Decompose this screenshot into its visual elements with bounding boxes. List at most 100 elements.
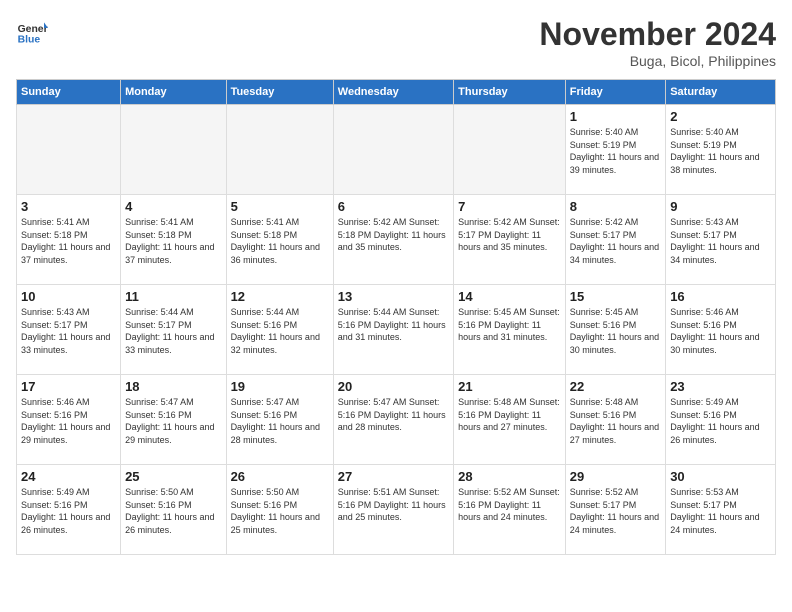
day-info: Sunrise: 5:42 AM Sunset: 5:18 PM Dayligh…: [338, 216, 449, 254]
calendar-body: 1 Sunrise: 5:40 AM Sunset: 5:19 PM Daylig…: [17, 105, 776, 555]
calendar-cell: 25 Sunrise: 5:50 AM Sunset: 5:16 PM Dayli…: [121, 465, 226, 555]
calendar-cell: [121, 105, 226, 195]
day-number: 4: [125, 199, 221, 214]
calendar-cell: 3Sunrise: 5:41 AM Sunset: 5:18 PM Daylig…: [17, 195, 121, 285]
day-number: 18: [125, 379, 221, 394]
day-info: Sunrise: 5:42 AM Sunset: 5:17 PM Dayligh…: [458, 216, 561, 254]
day-info: Sunrise: 5:40 AM Sunset: 5:19 PM Dayligh…: [570, 126, 661, 176]
calendar-cell: 13 Sunrise: 5:44 AM Sunset: 5:16 PM Dayli…: [333, 285, 453, 375]
calendar-cell: [454, 105, 566, 195]
day-number: 14: [458, 289, 561, 304]
calendar-cell: 2 Sunrise: 5:40 AM Sunset: 5:19 PM Daylig…: [666, 105, 776, 195]
calendar-cell: 29 Sunrise: 5:52 AM Sunset: 5:17 PM Dayli…: [565, 465, 665, 555]
day-info: Sunrise: 5:49 AM Sunset: 5:16 PM Dayligh…: [670, 396, 771, 446]
day-number: 24: [21, 469, 116, 484]
calendar-cell: 19 Sunrise: 5:47 AM Sunset: 5:16 PM Dayli…: [226, 375, 333, 465]
calendar-cell: 1 Sunrise: 5:40 AM Sunset: 5:19 PM Daylig…: [565, 105, 665, 195]
day-info: Sunrise: 5:50 AM Sunset: 5:16 PM Dayligh…: [231, 486, 329, 536]
calendar-cell: 11 Sunrise: 5:44 AM Sunset: 5:17 PM Dayli…: [121, 285, 226, 375]
calendar-day-header: Thursday: [454, 80, 566, 105]
day-number: 5: [231, 199, 329, 214]
day-info: Sunrise: 5:43 AM Sunset: 5:17 PM Dayligh…: [670, 216, 771, 266]
day-info: Sunrise: 5:40 AM Sunset: 5:19 PM Dayligh…: [670, 126, 771, 176]
day-number: 26: [231, 469, 329, 484]
calendar-cell: 18Sunrise: 5:47 AM Sunset: 5:16 PM Dayli…: [121, 375, 226, 465]
day-info: Sunrise: 5:48 AM Sunset: 5:16 PM Dayligh…: [458, 396, 561, 434]
day-info: Sunrise: 5:44 AM Sunset: 5:16 PM Dayligh…: [231, 306, 329, 356]
calendar-week-row: 1 Sunrise: 5:40 AM Sunset: 5:19 PM Daylig…: [17, 105, 776, 195]
day-info: Sunrise: 5:50 AM Sunset: 5:16 PM Dayligh…: [125, 486, 221, 536]
calendar-day-header: Sunday: [17, 80, 121, 105]
day-number: 1: [570, 109, 661, 124]
svg-text:General: General: [18, 24, 48, 35]
day-number: 25: [125, 469, 221, 484]
day-info: Sunrise: 5:42 AM Sunset: 5:17 PM Dayligh…: [570, 216, 661, 266]
day-number: 22: [570, 379, 661, 394]
day-info: Sunrise: 5:44 AM Sunset: 5:16 PM Dayligh…: [338, 306, 449, 344]
calendar-cell: 27 Sunrise: 5:51 AM Sunset: 5:16 PM Dayli…: [333, 465, 453, 555]
calendar-cell: 28 Sunrise: 5:52 AM Sunset: 5:16 PM Dayli…: [454, 465, 566, 555]
month-title: November 2024: [539, 16, 776, 53]
calendar-cell: 16 Sunrise: 5:46 AM Sunset: 5:16 PM Dayli…: [666, 285, 776, 375]
calendar-cell: 5Sunrise: 5:41 AM Sunset: 5:18 PM Daylig…: [226, 195, 333, 285]
day-number: 28: [458, 469, 561, 484]
calendar-cell: 14 Sunrise: 5:45 AM Sunset: 5:16 PM Dayli…: [454, 285, 566, 375]
day-number: 6: [338, 199, 449, 214]
calendar-cell: 10Sunrise: 5:43 AM Sunset: 5:17 PM Dayli…: [17, 285, 121, 375]
calendar-week-row: 10Sunrise: 5:43 AM Sunset: 5:17 PM Dayli…: [17, 285, 776, 375]
day-info: Sunrise: 5:44 AM Sunset: 5:17 PM Dayligh…: [125, 306, 221, 356]
day-number: 23: [670, 379, 771, 394]
day-number: 29: [570, 469, 661, 484]
calendar-day-header: Saturday: [666, 80, 776, 105]
day-info: Sunrise: 5:49 AM Sunset: 5:16 PM Dayligh…: [21, 486, 116, 536]
day-info: Sunrise: 5:47 AM Sunset: 5:16 PM Dayligh…: [338, 396, 449, 434]
day-info: Sunrise: 5:52 AM Sunset: 5:17 PM Dayligh…: [570, 486, 661, 536]
calendar-header-row: SundayMondayTuesdayWednesdayThursdayFrid…: [17, 80, 776, 105]
logo: General Blue: [16, 16, 48, 48]
calendar-cell: 8 Sunrise: 5:42 AM Sunset: 5:17 PM Daylig…: [565, 195, 665, 285]
title-block: November 2024 Buga, Bicol, Philippines: [539, 16, 776, 69]
day-info: Sunrise: 5:51 AM Sunset: 5:16 PM Dayligh…: [338, 486, 449, 524]
day-number: 19: [231, 379, 329, 394]
day-info: Sunrise: 5:47 AM Sunset: 5:16 PM Dayligh…: [231, 396, 329, 446]
day-info: Sunrise: 5:45 AM Sunset: 5:16 PM Dayligh…: [570, 306, 661, 356]
day-number: 8: [570, 199, 661, 214]
day-number: 16: [670, 289, 771, 304]
day-info: Sunrise: 5:46 AM Sunset: 5:16 PM Dayligh…: [21, 396, 116, 446]
calendar-day-header: Tuesday: [226, 80, 333, 105]
calendar-cell: 6 Sunrise: 5:42 AM Sunset: 5:18 PM Daylig…: [333, 195, 453, 285]
calendar-cell: 12 Sunrise: 5:44 AM Sunset: 5:16 PM Dayli…: [226, 285, 333, 375]
day-info: Sunrise: 5:41 AM Sunset: 5:18 PM Dayligh…: [125, 216, 221, 266]
day-number: 7: [458, 199, 561, 214]
day-number: 11: [125, 289, 221, 304]
svg-text:Blue: Blue: [18, 34, 41, 45]
day-info: Sunrise: 5:52 AM Sunset: 5:16 PM Dayligh…: [458, 486, 561, 524]
calendar-table: SundayMondayTuesdayWednesdayThursdayFrid…: [16, 79, 776, 555]
day-number: 13: [338, 289, 449, 304]
day-info: Sunrise: 5:43 AM Sunset: 5:17 PM Dayligh…: [21, 306, 116, 356]
calendar-cell: 9Sunrise: 5:43 AM Sunset: 5:17 PM Daylig…: [666, 195, 776, 285]
calendar-cell: 26 Sunrise: 5:50 AM Sunset: 5:16 PM Dayli…: [226, 465, 333, 555]
day-number: 21: [458, 379, 561, 394]
day-info: Sunrise: 5:46 AM Sunset: 5:16 PM Dayligh…: [670, 306, 771, 356]
calendar-cell: 17 Sunrise: 5:46 AM Sunset: 5:16 PM Dayli…: [17, 375, 121, 465]
calendar-day-header: Monday: [121, 80, 226, 105]
day-number: 27: [338, 469, 449, 484]
calendar-cell: [17, 105, 121, 195]
day-number: 15: [570, 289, 661, 304]
calendar-week-row: 24 Sunrise: 5:49 AM Sunset: 5:16 PM Dayli…: [17, 465, 776, 555]
calendar-week-row: 3Sunrise: 5:41 AM Sunset: 5:18 PM Daylig…: [17, 195, 776, 285]
calendar-cell: 20Sunrise: 5:47 AM Sunset: 5:16 PM Dayli…: [333, 375, 453, 465]
calendar-cell: 7 Sunrise: 5:42 AM Sunset: 5:17 PM Daylig…: [454, 195, 566, 285]
calendar-cell: 4 Sunrise: 5:41 AM Sunset: 5:18 PM Daylig…: [121, 195, 226, 285]
calendar-day-header: Wednesday: [333, 80, 453, 105]
day-info: Sunrise: 5:53 AM Sunset: 5:17 PM Dayligh…: [670, 486, 771, 536]
calendar-cell: [333, 105, 453, 195]
day-number: 17: [21, 379, 116, 394]
day-info: Sunrise: 5:45 AM Sunset: 5:16 PM Dayligh…: [458, 306, 561, 344]
day-number: 30: [670, 469, 771, 484]
calendar-cell: 24 Sunrise: 5:49 AM Sunset: 5:16 PM Dayli…: [17, 465, 121, 555]
day-number: 2: [670, 109, 771, 124]
day-number: 12: [231, 289, 329, 304]
calendar-cell: 22Sunrise: 5:48 AM Sunset: 5:16 PM Dayli…: [565, 375, 665, 465]
